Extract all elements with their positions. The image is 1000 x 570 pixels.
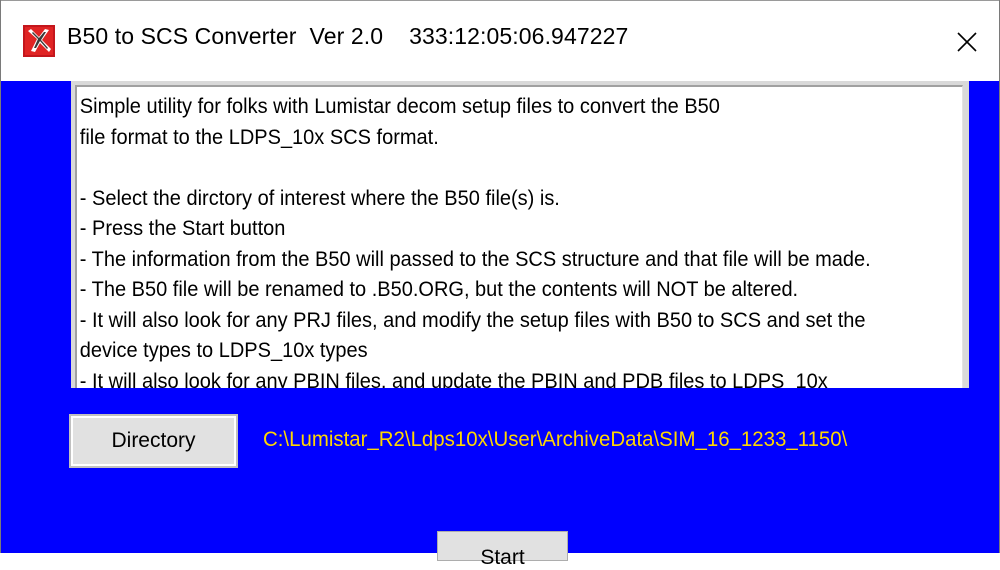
converter-window: B50 to SCS Converter Ver 2.0 333:12:05:0… bbox=[0, 0, 1000, 569]
app-icon bbox=[23, 25, 55, 57]
close-button[interactable] bbox=[935, 2, 999, 81]
description-text: Simple utility for folks with Lumistar d… bbox=[79, 94, 871, 388]
description-textbox[interactable]: Simple utility for folks with Lumistar d… bbox=[71, 81, 969, 388]
client-area: Simple utility for folks with Lumistar d… bbox=[1, 81, 999, 569]
description-textbox-inner[interactable]: Simple utility for folks with Lumistar d… bbox=[75, 85, 963, 388]
title-bar[interactable]: B50 to SCS Converter Ver 2.0 333:12:05:0… bbox=[1, 0, 999, 82]
start-button[interactable]: Start bbox=[437, 531, 568, 569]
window-title: B50 to SCS Converter Ver 2.0 333:12:05:0… bbox=[67, 23, 629, 49]
directory-button[interactable]: Directory bbox=[69, 414, 238, 468]
directory-path-label: C:\Lumistar_R2\Ldps10x\User\ArchiveData\… bbox=[263, 427, 848, 451]
close-icon bbox=[957, 31, 977, 52]
